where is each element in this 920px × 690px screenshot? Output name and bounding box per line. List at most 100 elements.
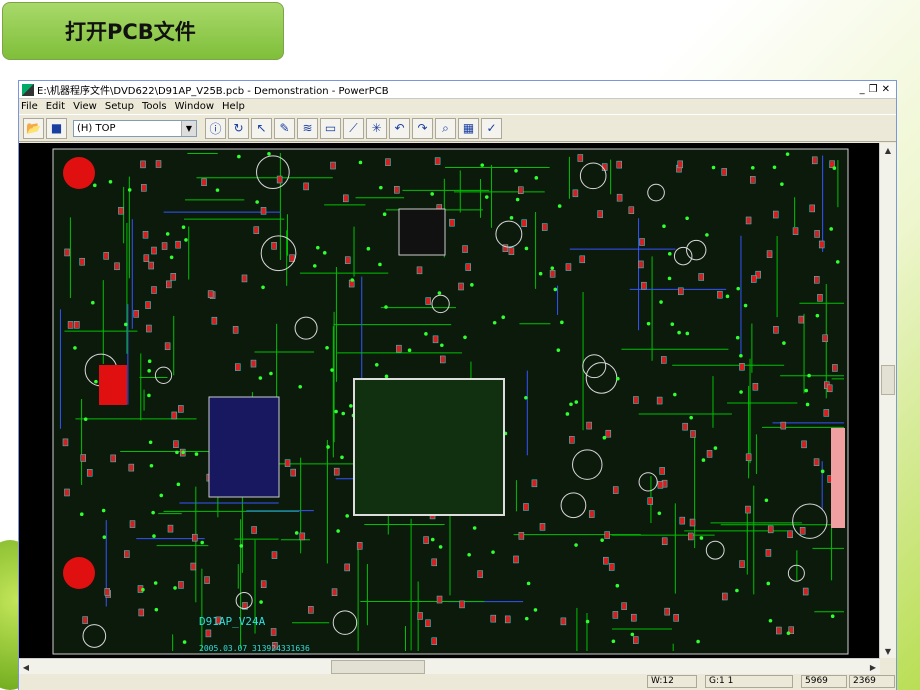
smd-pad (631, 613, 637, 622)
via (194, 452, 199, 456)
menu-tools[interactable]: Tools (142, 101, 167, 112)
scroll-left-icon[interactable]: ◀ (19, 660, 33, 674)
route-icon[interactable]: ⟋ (343, 117, 364, 139)
smd-pad (250, 359, 257, 368)
smd-pad (661, 356, 667, 364)
via (261, 285, 265, 290)
via (735, 335, 740, 340)
smd-pad (597, 210, 603, 218)
smd-pad (271, 242, 277, 250)
smd-pad (416, 266, 423, 275)
smd-pad (161, 242, 168, 250)
layout-icon[interactable]: ▦ (458, 117, 479, 139)
smd-pad (173, 440, 179, 448)
restore-icon[interactable]: ❐ (869, 84, 878, 95)
layer-select-value: (H) TOP (77, 122, 116, 134)
smd-pad (303, 182, 309, 191)
refresh-icon[interactable]: ↻ (228, 117, 249, 139)
menu-window[interactable]: Window (175, 101, 214, 112)
menu-help[interactable]: Help (222, 101, 245, 112)
horizontal-scrollbar[interactable]: ◀ ▶ (19, 658, 880, 675)
powerpcb-window: E:\机器程序文件\DVD622\D91AP_V25B.pcb - Demons… (18, 80, 897, 690)
via (267, 151, 271, 156)
menu-file[interactable]: File (21, 101, 38, 112)
smd-pad (260, 207, 267, 215)
layer-select[interactable]: (H) TOP ▼ (73, 119, 197, 137)
via (667, 276, 672, 281)
smd-pad (745, 216, 752, 225)
menubar: File Edit View Setup Tools Window Help (19, 99, 896, 114)
smd-pad (682, 422, 688, 431)
drafting-icon[interactable]: ✎ (274, 117, 295, 139)
scroll-up-icon[interactable]: ▲ (881, 143, 895, 157)
smd-pad (832, 364, 838, 372)
smd-pad (641, 281, 647, 290)
vertical-scrollbar[interactable]: ▲ ▼ (879, 143, 896, 658)
design-icon[interactable]: ≋ (297, 117, 318, 139)
menu-setup[interactable]: Setup (105, 101, 134, 112)
smd-pad (276, 175, 283, 184)
window-titlebar: E:\机器程序文件\DVD622\D91AP_V25B.pcb - Demons… (19, 81, 896, 99)
ecad-icon[interactable]: ▭ (320, 117, 341, 139)
smd-pad (518, 532, 525, 540)
zoom-icon[interactable]: ⌕ (435, 117, 456, 139)
smd-pad (67, 321, 74, 329)
smd-pad (616, 193, 623, 202)
via (565, 412, 570, 416)
redo-icon[interactable]: ↷ (412, 117, 433, 139)
chevron-down-icon[interactable]: ▼ (181, 120, 196, 136)
scroll-right-icon[interactable]: ▶ (866, 660, 880, 674)
via (384, 305, 388, 309)
horizontal-scroll-thumb[interactable] (331, 660, 425, 674)
undo-icon[interactable]: ↶ (389, 117, 410, 139)
via (149, 463, 154, 468)
smd-pad (722, 592, 728, 601)
chip-left (208, 396, 280, 498)
smd-pad (190, 562, 197, 571)
via (237, 154, 241, 159)
smd-pad (62, 438, 69, 447)
via (556, 348, 561, 352)
via (480, 163, 485, 167)
open-folder-icon[interactable]: 📂 (23, 117, 44, 139)
via (345, 514, 349, 518)
info-icon[interactable]: ⓘ (205, 117, 226, 139)
menu-view[interactable]: View (73, 101, 97, 112)
via (424, 332, 428, 336)
scroll-down-icon[interactable]: ▼ (881, 644, 895, 658)
smd-pad (776, 626, 782, 635)
via (152, 534, 156, 538)
save-icon[interactable]: ■ (46, 117, 67, 139)
smd-pad (425, 619, 431, 628)
pcb-canvas[interactable]: D91AP_V24A 2005.03.07 313924331636 (19, 143, 880, 658)
menu-edit[interactable]: Edit (46, 101, 65, 112)
via (673, 392, 677, 397)
smd-pad (579, 255, 586, 264)
via (685, 331, 690, 336)
via (215, 188, 220, 192)
via (514, 168, 518, 173)
vertical-scroll-thumb[interactable] (881, 365, 895, 395)
smd-pad (331, 588, 338, 596)
via (524, 396, 528, 400)
smd-pad (588, 510, 595, 518)
smd-pad (823, 409, 830, 417)
pour-icon[interactable]: ✳ (366, 117, 387, 139)
smd-pad (385, 158, 391, 166)
close-icon[interactable]: ✕ (882, 84, 890, 95)
via (349, 404, 353, 408)
smd-pad (802, 587, 809, 596)
smd-pad (74, 321, 80, 329)
select-arrow-icon[interactable]: ↖ (251, 117, 272, 139)
smd-pad (465, 263, 471, 271)
via (786, 631, 791, 635)
via (147, 369, 151, 373)
smd-pad (299, 532, 306, 541)
smd-pad (690, 430, 696, 438)
smd-pad (752, 382, 759, 391)
minimize-icon[interactable]: _ (860, 84, 865, 95)
via (330, 368, 334, 372)
smd-pad (569, 436, 575, 444)
via (298, 384, 303, 389)
verify-icon[interactable]: ✓ (481, 117, 502, 139)
